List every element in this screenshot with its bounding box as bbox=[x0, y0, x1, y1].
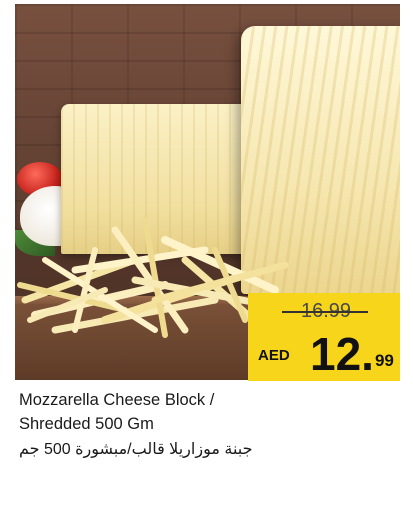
new-price: 12.99 bbox=[310, 329, 394, 379]
product-name-english: Mozzarella Cheese Block / Shredded 500 G… bbox=[19, 388, 399, 436]
strikethrough-line bbox=[282, 311, 368, 313]
product-name-line-1: Mozzarella Cheese Block / bbox=[19, 391, 215, 409]
currency-label: AED bbox=[258, 347, 290, 364]
new-price-decimal: 99 bbox=[374, 351, 394, 370]
price-tag: 16.99 AED 12.99 bbox=[248, 293, 400, 381]
new-price-integer: 12. bbox=[310, 328, 374, 380]
product-name-line-2: Shredded 500 Gm bbox=[19, 415, 154, 433]
product-name-arabic: جبنة موزاريلا قالب/مبشورة 500 جم bbox=[19, 441, 253, 458]
offer-card[interactable]: 16.99 AED 12.99 Mozzarella Cheese Block … bbox=[0, 0, 413, 512]
